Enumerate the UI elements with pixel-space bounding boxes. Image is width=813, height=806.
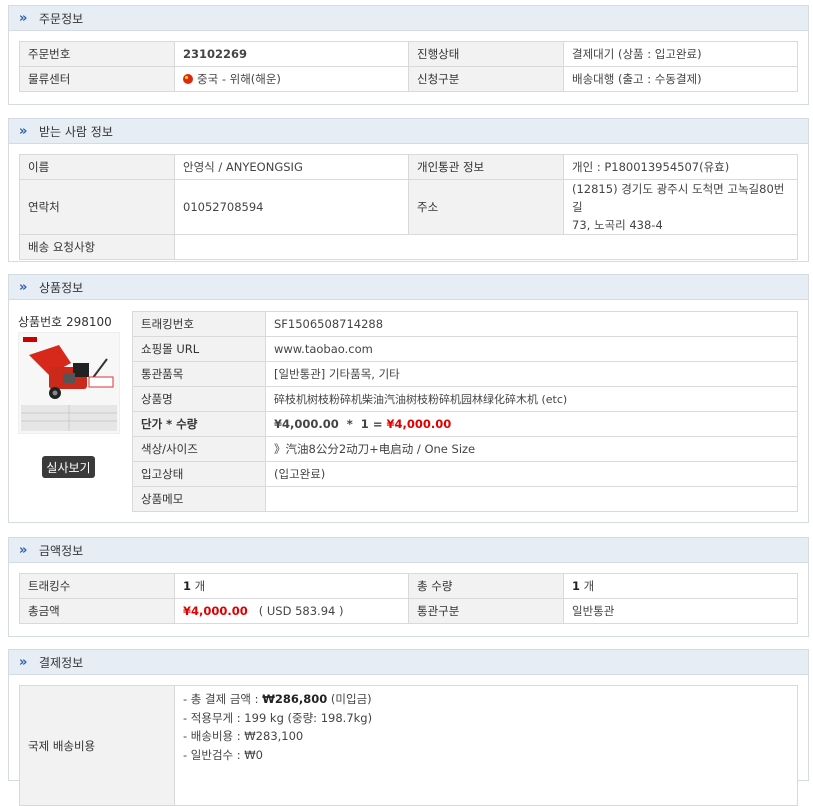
phone-label: 연락처 [19, 179, 175, 235]
product-name-link[interactable]: 碎枝机树枝粉碎机柴油汽油树枝粉碎机园林绿化碎木机 (etc) [265, 386, 798, 412]
center-label: 물류센터 [19, 66, 175, 92]
price-qty-label: 단가 * 수량 [132, 411, 266, 437]
inbound-status-link[interactable]: (입고완료) [265, 461, 798, 487]
double-chevron-icon: » [19, 123, 27, 139]
tracking-label: 트래킹번호 [132, 311, 266, 337]
equals-sign: = [372, 417, 383, 431]
total-qty-label: 총 수량 [408, 573, 564, 599]
double-chevron-icon: » [19, 279, 27, 295]
tracking-count-unit: 개 [194, 579, 206, 593]
inspection-line: - 일반검수 : ₩0 [183, 747, 263, 762]
view-photo-button[interactable]: 실사보기 [42, 456, 95, 478]
delivery-request-value [174, 234, 798, 260]
center-value: 중국 - 위해(해운) [174, 66, 409, 92]
customs-item-value: [일반통관] 기타품목, 기타 [265, 361, 798, 387]
customs-type-value: 일반통관 [563, 598, 798, 624]
customs-type-label: 통관구분 [408, 598, 564, 624]
recipient-header: » 받는 사람 정보 [9, 119, 808, 144]
tracking-count-value: 1 개 [174, 573, 409, 599]
payment-total-prefix: - 총 결제 금액 : [183, 692, 263, 706]
delivery-request-label: 배송 요청사항 [19, 234, 175, 260]
shipping-cost-line: - 배송비용 : ₩283,100 [183, 729, 304, 743]
double-chevron-icon: » [19, 654, 27, 670]
order-info-table: 주문번호 23102269 진행상태 결제대기 (상품 : 입고완료) 물류센터… [19, 41, 798, 92]
request-type-value: 배송대행 (출고 : 수동결제) [563, 66, 798, 92]
status-value: 결제대기 (상품 : 입고완료) [563, 41, 798, 67]
payment-total-amount: ₩286,800 [262, 692, 328, 706]
order-no-label: 주문번호 [19, 41, 175, 67]
payment-title: 결제정보 [39, 655, 84, 670]
mall-url-label: 쇼핑몰 URL [132, 336, 266, 362]
order-no-value: 23102269 [174, 41, 409, 67]
order-info-header: » 주문정보 [9, 6, 808, 31]
unit-price: ¥4,000.00 [274, 417, 339, 431]
personal-customs-label: 개인통관 정보 [408, 154, 564, 180]
tracking-count-label: 트래킹수 [19, 573, 175, 599]
option-label: 색상/사이즈 [132, 436, 266, 462]
inbound-label: 입고상태 [132, 461, 266, 487]
request-type-label: 신청구분 [408, 66, 564, 92]
status-label: 진행상태 [408, 41, 564, 67]
mall-url-value: www.taobao.com [265, 336, 798, 362]
double-chevron-icon: » [19, 10, 27, 26]
wood-chipper-image [19, 333, 119, 433]
personal-customs-value: 개인 : P180013954507(유효) [563, 154, 798, 180]
amount-title: 금액정보 [39, 543, 84, 558]
quantity: 1 [360, 417, 369, 431]
memo-label: 상품메모 [132, 486, 266, 512]
recipient-table: 이름 안영식 / ANYEONGSIG 개인통관 정보 개인 : P180013… [19, 154, 798, 260]
memo-value [265, 486, 798, 512]
total-amount-label: 총금액 [19, 598, 175, 624]
total-qty-number: 1 [572, 579, 581, 593]
product-name-label: 상품명 [132, 386, 266, 412]
payment-details: - 총 결제 금액 : ₩286,800 (미입금) - 적용무게 : 199 … [174, 685, 798, 806]
payment-total-line: - 총 결제 금액 : ₩286,800 (미입금) [183, 690, 789, 709]
line-total: ¥4,000.00 [386, 417, 452, 431]
phone-value: 01052708594 [174, 179, 409, 235]
option-value: 》汽油8公分2动刀+电启动 / One Size [265, 436, 798, 462]
product-image[interactable] [18, 332, 120, 434]
center-text: 중국 - 위해(해운) [197, 72, 281, 86]
product-title: 상품정보 [39, 280, 84, 295]
total-qty-value: 1 개 [563, 573, 798, 599]
total-amount-value: ¥4,000.00 ( USD 583.94 ) [174, 598, 409, 624]
china-flag-icon [183, 74, 193, 84]
total-amount-cny: ¥4,000.00 [183, 604, 248, 618]
payment-total-suffix: (미입금) [327, 692, 372, 706]
product-header: » 상품정보 [9, 275, 808, 300]
product-table: 트래킹번호 SF1506508714288 쇼핑몰 URL www.taobao… [132, 311, 798, 512]
name-value: 안영식 / ANYEONGSIG [174, 154, 409, 180]
amount-header: » 금액정보 [9, 538, 808, 563]
address-line-2: 73, 노곡리 438-4 [572, 218, 663, 232]
payment-header: » 결제정보 [9, 650, 808, 675]
address-label: 주소 [408, 179, 564, 235]
price-qty-value: ¥4,000.00 * 1 = ¥4,000.00 [265, 411, 798, 437]
double-chevron-icon: » [19, 542, 27, 558]
applied-weight-line: - 적용무게 : 199 kg (중량: 198.7kg) [183, 710, 373, 725]
address-line-1: (12815) 경기도 광주시 도척면 고녹길80번길 [572, 182, 785, 214]
total-qty-unit: 개 [583, 579, 595, 593]
times-sign: * [346, 417, 353, 431]
amount-table: 트래킹수 1 개 총 수량 1 개 총금액 ¥4,000.00 ( USD 58… [19, 573, 798, 624]
customs-item-label: 통관품목 [132, 361, 266, 387]
tracking-value: SF1506508714288 [265, 311, 798, 337]
address-value: (12815) 경기도 광주시 도척면 고녹길80번길 73, 노곡리 438-4 [563, 179, 798, 235]
payment-table: 국제 배송비용 - 총 결제 금액 : ₩286,800 (미입금) - 적용무… [19, 685, 798, 806]
name-label: 이름 [19, 154, 175, 180]
recipient-title: 받는 사람 정보 [39, 124, 113, 139]
shipping-cost-label: 국제 배송비용 [19, 685, 175, 806]
product-number: 상품번호 298100 [18, 315, 112, 329]
tracking-count-number: 1 [183, 579, 192, 593]
order-info-title: 주문정보 [39, 11, 84, 26]
total-amount-usd: ( USD 583.94 ) [258, 604, 344, 618]
